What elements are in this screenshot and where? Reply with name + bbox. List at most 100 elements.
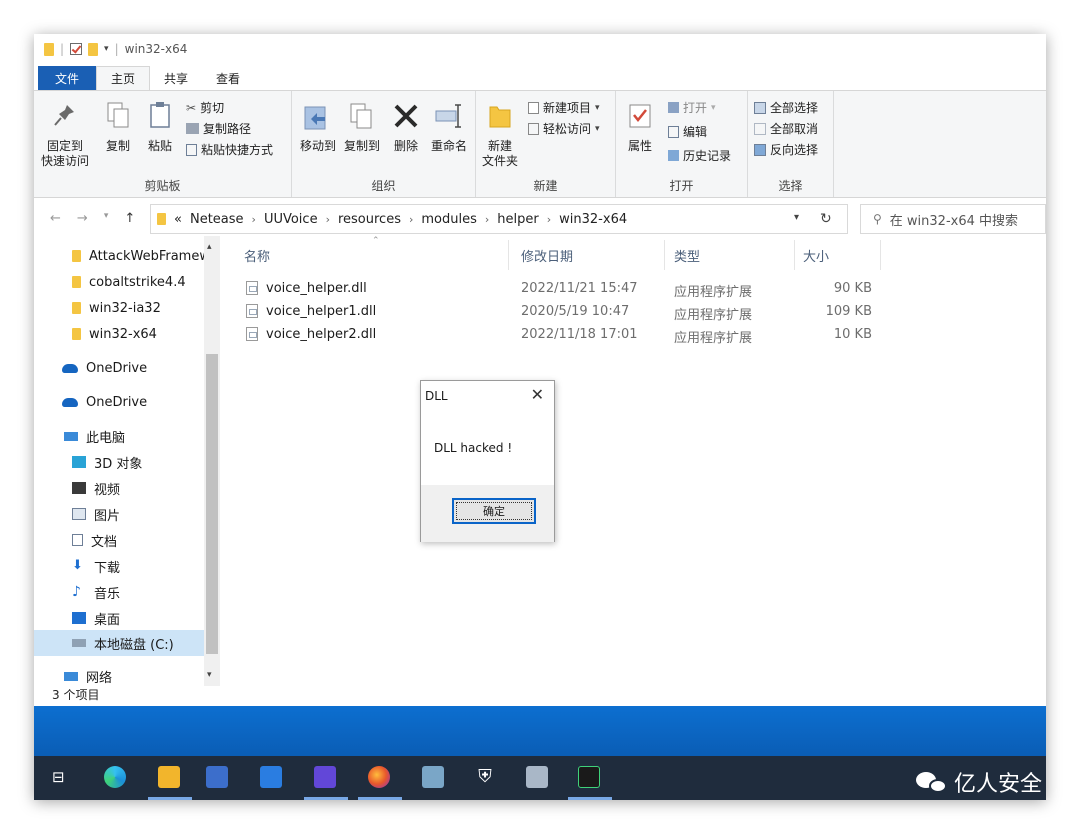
nav-scrollbar[interactable]: ▴ ▾ <box>204 236 220 686</box>
chevron-up-icon[interactable]: ▴ <box>207 242 212 252</box>
nav-item-music[interactable]: ♪ 音乐 <box>34 580 204 604</box>
pin-quick-access-button[interactable]: 固定到 快速访问 <box>40 101 90 169</box>
breadcrumb-helper[interactable]: helper <box>497 212 538 227</box>
breadcrumb-win32-x64[interactable]: win32-x64 <box>559 212 627 227</box>
copy-to-button[interactable]: 复制到 <box>340 101 384 154</box>
nav-item-attackwebframework[interactable]: AttackWebFramew <box>34 244 204 268</box>
task-view-icon[interactable]: ⊟ <box>52 768 65 786</box>
delete-button[interactable]: 删除 <box>388 101 424 154</box>
column-header-name[interactable]: 名称 <box>244 246 270 265</box>
nav-item-cobaltstrike[interactable]: cobaltstrike4.4 <box>34 270 204 294</box>
table-row[interactable]: voice_helper2.dll 2022/11/18 17:01 应用程序扩… <box>230 324 890 346</box>
chevron-right-icon[interactable]: › <box>326 213 330 226</box>
breadcrumb-resources[interactable]: resources <box>338 212 401 227</box>
nav-item-documents[interactable]: 文档 <box>34 528 204 552</box>
nav-item-onedrive-2[interactable]: OneDrive <box>34 390 204 414</box>
tab-view[interactable]: 查看 <box>202 66 254 90</box>
uuvoice-app-icon[interactable] <box>578 766 600 788</box>
properties-button[interactable]: 属性 <box>622 101 658 154</box>
history-button[interactable]: 历史记录 <box>668 147 731 164</box>
new-folder-quick-icon[interactable] <box>88 42 99 56</box>
nav-item-label: 视频 <box>94 482 121 498</box>
select-all-button[interactable]: 全部选择 <box>754 99 818 116</box>
column-header-size[interactable]: 大小 <box>803 246 829 265</box>
address-overflow[interactable]: « <box>174 212 182 227</box>
new-group: 新建 文件夹 新建项目 ▾ 轻松访问 ▾ 新建 <box>476 91 616 197</box>
nav-item-desktop[interactable]: 桌面 <box>34 606 204 630</box>
paste-button[interactable]: 粘贴 <box>140 101 180 154</box>
address-dropdown-icon[interactable]: ▾ <box>794 212 799 223</box>
nav-item-3d-objects[interactable]: 3D 对象 <box>34 450 204 474</box>
invert-selection-button[interactable]: 反向选择 <box>754 141 818 158</box>
rename-button[interactable]: 重命名 <box>426 101 472 154</box>
nav-item-label: OneDrive <box>86 394 148 410</box>
mail-icon[interactable] <box>260 766 282 788</box>
sort-ascending-icon: ⌃ <box>372 236 380 246</box>
nav-item-downloads[interactable]: ⬇ 下载 <box>34 554 204 578</box>
search-input[interactable]: ⚲ 在 win32-x64 中搜索 <box>860 204 1046 234</box>
chevron-right-icon[interactable]: › <box>547 213 551 226</box>
breadcrumb-uuvoice[interactable]: UUVoice <box>264 212 318 227</box>
open-button[interactable]: 打开 ▾ <box>668 99 716 116</box>
tab-file[interactable]: 文件 <box>38 66 96 90</box>
edge-browser-icon[interactable] <box>104 766 126 788</box>
table-row[interactable]: voice_helper1.dll 2020/5/19 10:47 应用程序扩展… <box>230 301 890 323</box>
column-header-date[interactable]: 修改日期 <box>521 246 573 265</box>
nav-item-onedrive[interactable]: OneDrive <box>34 356 204 380</box>
file-explorer-icon[interactable] <box>158 766 180 788</box>
column-separator[interactable] <box>794 240 795 270</box>
column-header-type[interactable]: 类型 <box>674 246 700 265</box>
breadcrumb-netease[interactable]: Netease <box>190 212 244 227</box>
app-icon[interactable] <box>422 766 444 788</box>
clipboard-group: 固定到 快速访问 复制 粘贴 ✂ 剪切 复制路径 粘贴快捷方式 剪贴板 <box>34 91 292 197</box>
firefox-icon[interactable] <box>368 766 390 788</box>
breadcrumb-modules[interactable]: modules <box>421 212 477 227</box>
ribbon-tabs: 文件 主页 共享 查看 <box>34 64 1046 90</box>
copy-path-button[interactable]: 复制路径 <box>186 120 251 137</box>
column-separator[interactable] <box>880 240 881 270</box>
up-arrow-icon[interactable]: ↑ <box>124 211 135 226</box>
nav-item-win32-ia32[interactable]: win32-ia32 <box>34 296 204 320</box>
new-item-button[interactable]: 新建项目 ▾ <box>528 99 600 116</box>
properties-quick-icon[interactable] <box>70 43 83 55</box>
chevron-right-icon[interactable]: › <box>252 213 256 226</box>
recent-dropdown-icon[interactable]: ▾ <box>104 211 109 226</box>
nav-item-pictures[interactable]: 图片 <box>34 502 204 526</box>
screen: | ▾ | win32-x64 文件 主页 共享 查看 固定到 快速访问 复制 <box>34 34 1046 800</box>
table-row[interactable]: voice_helper.dll 2022/11/21 15:47 应用程序扩展… <box>230 278 890 300</box>
tab-home[interactable]: 主页 <box>96 66 151 90</box>
easy-access-button[interactable]: 轻松访问 ▾ <box>528 120 600 137</box>
address-bar[interactable]: « Netease › UUVoice › resources › module… <box>150 204 848 234</box>
edit-button[interactable]: 编辑 <box>668 123 707 140</box>
column-separator[interactable] <box>508 240 509 270</box>
nav-item-win32-x64[interactable]: win32-x64 <box>34 322 204 346</box>
copy-button[interactable]: 复制 <box>98 101 138 154</box>
cut-button[interactable]: ✂ 剪切 <box>186 99 224 116</box>
nav-item-network[interactable]: 网络 <box>34 664 204 688</box>
refresh-icon[interactable]: ↻ <box>820 211 832 227</box>
chevron-down-icon[interactable]: ▾ <box>207 670 212 680</box>
ok-button[interactable]: 确定 <box>452 498 536 524</box>
move-to-icon <box>304 106 326 130</box>
nav-item-videos[interactable]: 视频 <box>34 476 204 500</box>
invert-selection-icon <box>754 143 766 156</box>
tab-share[interactable]: 共享 <box>150 66 202 90</box>
new-folder-button[interactable]: 新建 文件夹 <box>480 101 520 169</box>
security-shield-icon[interactable]: ⛨ <box>474 766 496 788</box>
quick-access-dropdown[interactable]: ▾ <box>104 44 109 54</box>
nav-item-local-disk-c[interactable]: 本地磁盘 (C:) <box>34 630 204 656</box>
back-arrow-icon[interactable]: ← <box>50 211 61 226</box>
paste-shortcut-button[interactable]: 粘贴快捷方式 <box>186 141 273 158</box>
column-separator[interactable] <box>664 240 665 270</box>
select-none-button[interactable]: 全部取消 <box>754 120 818 137</box>
chevron-right-icon[interactable]: › <box>409 213 413 226</box>
paint-icon[interactable] <box>526 766 548 788</box>
store-icon[interactable] <box>206 766 228 788</box>
close-icon[interactable]: ✕ <box>531 385 544 404</box>
nav-item-this-pc[interactable]: 此电脑 <box>34 424 204 448</box>
power-automate-icon[interactable] <box>314 766 336 788</box>
chevron-right-icon[interactable]: › <box>485 213 489 226</box>
forward-arrow-icon[interactable]: → <box>77 211 88 226</box>
scroll-thumb[interactable] <box>206 354 218 654</box>
move-to-button[interactable]: 移动到 <box>296 101 340 154</box>
